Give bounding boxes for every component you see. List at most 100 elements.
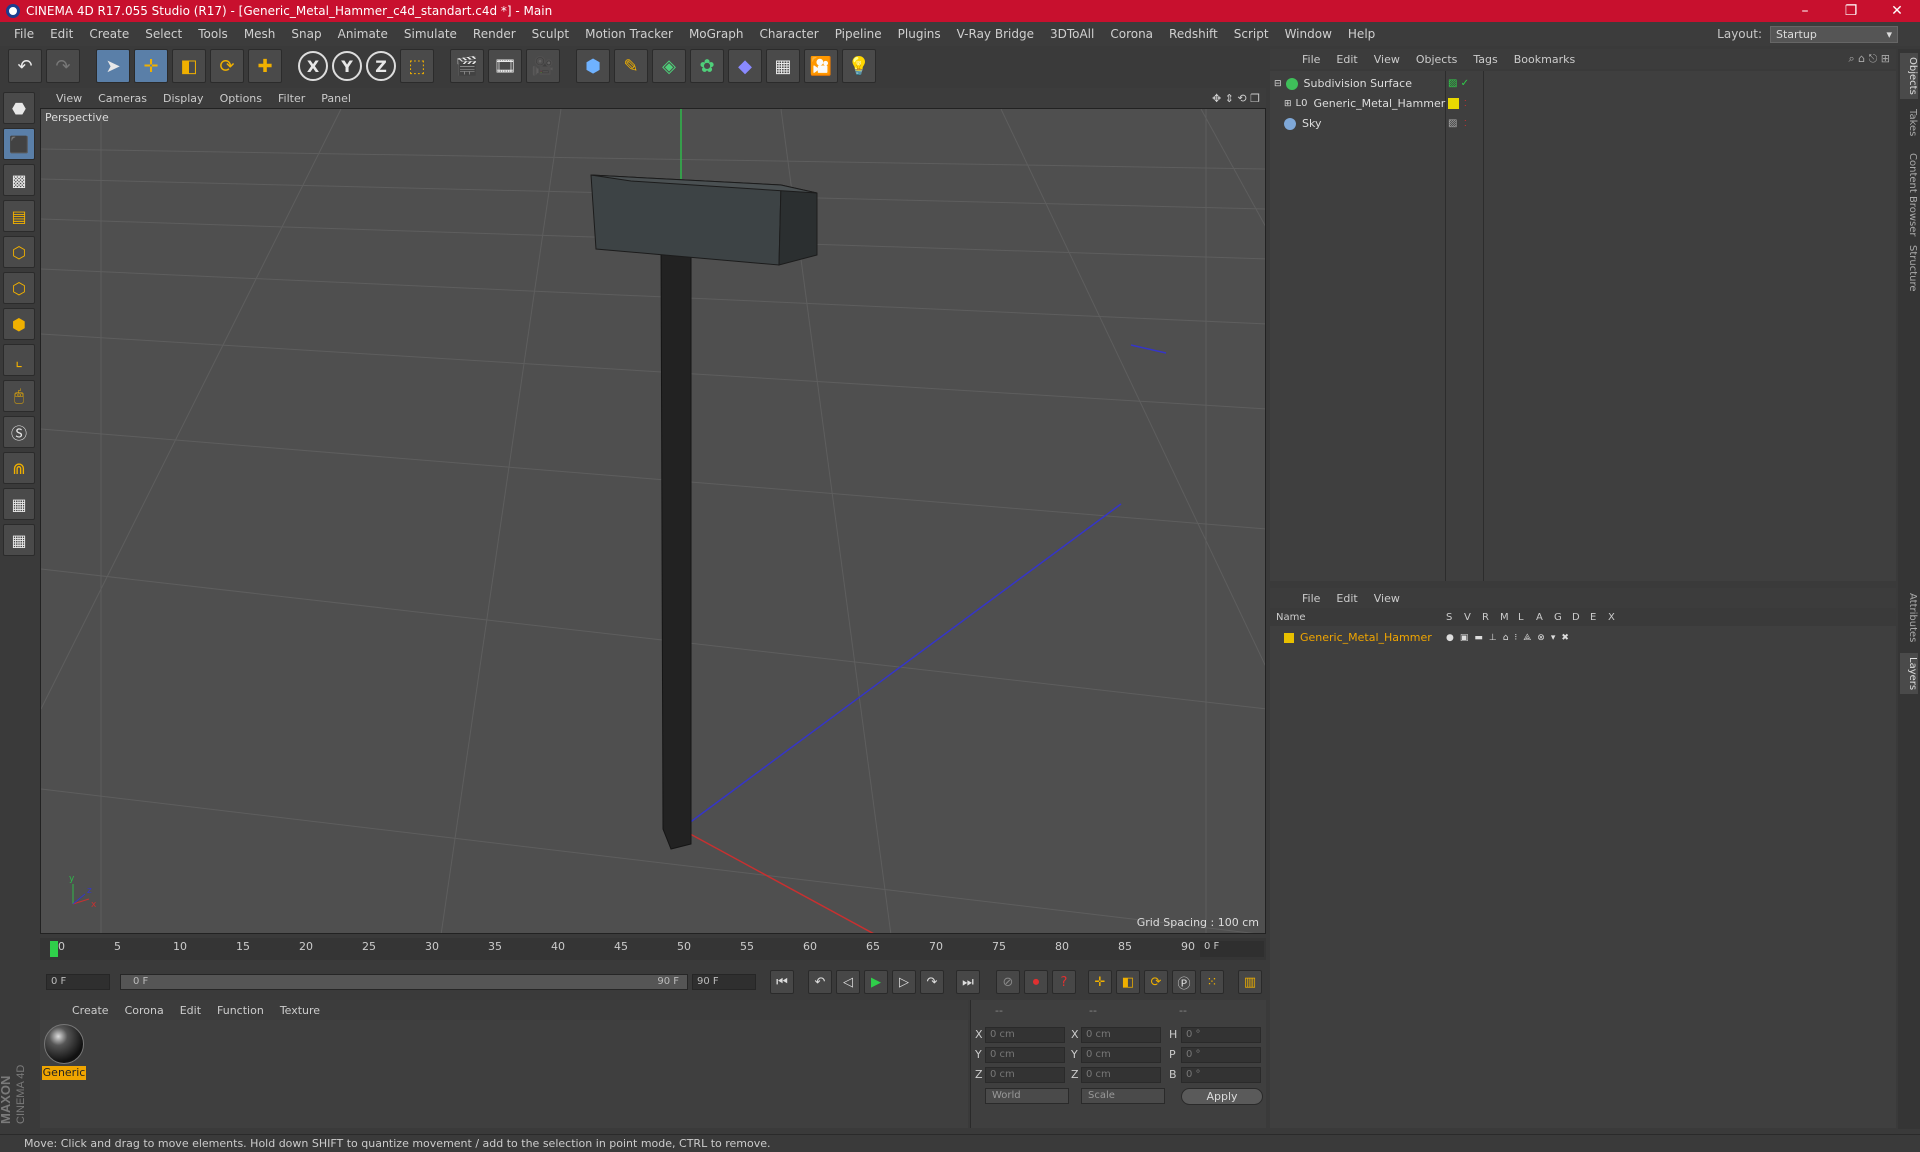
maximize-icon[interactable]: ❐	[1828, 3, 1874, 19]
menu-snap[interactable]: Snap	[283, 27, 329, 41]
om-menu-view[interactable]: View	[1366, 53, 1408, 66]
minimize-icon[interactable]: –	[1782, 3, 1828, 19]
tab-takes[interactable]: Takes	[1900, 105, 1918, 140]
menu-select[interactable]: Select	[137, 27, 190, 41]
camera-button[interactable]: 🎦	[804, 49, 838, 83]
scale-tool-button[interactable]: ◧	[172, 49, 206, 83]
viewport-nav-icons[interactable]: ✥ ⇕ ⟲ ❐	[1212, 92, 1260, 105]
solo-button[interactable]: Ⓢ	[3, 416, 35, 448]
om-menu-edit[interactable]: Edit	[1328, 53, 1365, 66]
record-button[interactable]: ⏺	[1024, 970, 1048, 994]
texture-mode-button[interactable]: ▩	[3, 164, 35, 196]
menu-edit[interactable]: Edit	[42, 27, 81, 41]
playhead-marker[interactable]	[50, 941, 58, 957]
tab-structure[interactable]: Structure	[1900, 241, 1918, 296]
menu-plugins[interactable]: Plugins	[890, 27, 949, 41]
om-menu-bookmarks[interactable]: Bookmarks	[1506, 53, 1583, 66]
points-mode-button[interactable]: ⬡	[3, 236, 35, 268]
viewport-menu-view[interactable]: View	[48, 92, 90, 105]
subdivision-button[interactable]: ◈	[652, 49, 686, 83]
expand-icon[interactable]: ⊟	[1274, 79, 1282, 89]
tab-objects[interactable]: Objects	[1900, 53, 1918, 99]
coordinate-space-dropdown[interactable]: World	[985, 1088, 1069, 1104]
close-icon[interactable]: ✕	[1874, 3, 1920, 19]
pen-button[interactable]: ✎	[614, 49, 648, 83]
material-menu-texture[interactable]: Texture	[272, 1004, 328, 1017]
tab-content-browser[interactable]: Content Browser	[1900, 149, 1918, 240]
coordinate-system-button[interactable]: ⬚	[400, 49, 434, 83]
redo-button[interactable]: ↷	[46, 49, 80, 83]
next-key-button[interactable]: ↷	[920, 970, 944, 994]
viewport-menu-options[interactable]: Options	[212, 92, 270, 105]
lock-workplane-button[interactable]: ▦	[3, 488, 35, 520]
menu-file[interactable]: File	[6, 27, 42, 41]
object-row[interactable]: ⊟ Subdivision Surface ▨ ✓	[1270, 74, 1896, 93]
menu-redshift[interactable]: Redshift	[1161, 27, 1226, 41]
prev-frame-button[interactable]: ◁	[836, 970, 860, 994]
menu-script[interactable]: Script	[1226, 27, 1277, 41]
tab-attributes[interactable]: Attributes	[1900, 589, 1918, 646]
planar-workplane-button[interactable]: ▦	[3, 524, 35, 556]
menu-simulate[interactable]: Simulate	[396, 27, 465, 41]
viewport-perspective[interactable]: y x z Perspective Grid Spacing : 100 cm	[40, 108, 1266, 934]
goto-end-button[interactable]: ⏭	[956, 970, 980, 994]
transform-tool-button[interactable]: ✚	[248, 49, 282, 83]
coordinate-mode-dropdown[interactable]: Scale	[1081, 1088, 1165, 1104]
end-frame-field[interactable]: 90 F	[692, 974, 756, 990]
light-button[interactable]: 💡	[842, 49, 876, 83]
position-x-field[interactable]: 0 cm	[985, 1027, 1065, 1043]
rotation-b-field[interactable]: 0 °	[1181, 1067, 1261, 1083]
key-scale-button[interactable]: ◧	[1116, 970, 1140, 994]
edges-mode-button[interactable]: ⬡	[3, 272, 35, 304]
timeline-ruler[interactable]: 0 5 10 15 20 25 30 35 40 45 50 55 60 65 …	[40, 938, 1266, 960]
menu-motion-tracker[interactable]: Motion Tracker	[577, 27, 681, 41]
menu-render[interactable]: Render	[465, 27, 524, 41]
model-mode-button[interactable]: ⬛	[3, 128, 35, 160]
undo-button[interactable]: ↶	[8, 49, 42, 83]
material-preview-sphere[interactable]	[44, 1024, 84, 1064]
move-tool-button[interactable]: ✛	[134, 49, 168, 83]
material-menu-edit[interactable]: Edit	[172, 1004, 209, 1017]
start-frame-field[interactable]: 0 F	[46, 974, 110, 990]
size-z-field[interactable]: 0 cm	[1081, 1067, 1161, 1083]
next-frame-button[interactable]: ▷	[892, 970, 916, 994]
expand-icon[interactable]: ⊞	[1284, 99, 1292, 109]
autokey-button[interactable]: ?	[1052, 970, 1076, 994]
key-param-button[interactable]: Ⓟ	[1172, 970, 1196, 994]
viewport-menu-filter[interactable]: Filter	[270, 92, 313, 105]
om-menu-file[interactable]: File	[1294, 53, 1328, 66]
timeline-window-button[interactable]: ▥	[1238, 970, 1262, 994]
om-menu-objects[interactable]: Objects	[1408, 53, 1466, 66]
material-menu-function[interactable]: Function	[209, 1004, 272, 1017]
menu-help[interactable]: Help	[1340, 27, 1383, 41]
floor-button[interactable]: ▦	[766, 49, 800, 83]
lm-menu-file[interactable]: File	[1294, 592, 1328, 605]
menu-mesh[interactable]: Mesh	[236, 27, 284, 41]
size-x-field[interactable]: 0 cm	[1081, 1027, 1161, 1043]
material-menu-corona[interactable]: Corona	[117, 1004, 172, 1017]
polygons-mode-button[interactable]: ⬢	[3, 308, 35, 340]
om-toolbar-icons[interactable]: ⌕ ⌂ ⎋ ⊞	[1848, 52, 1890, 66]
cloner-button[interactable]: ✿	[690, 49, 724, 83]
key-position-button[interactable]: ✛	[1088, 970, 1112, 994]
position-z-field[interactable]: 0 cm	[985, 1067, 1065, 1083]
menu-character[interactable]: Character	[751, 27, 826, 41]
select-tool-button[interactable]: ➤	[96, 49, 130, 83]
axis-y-button[interactable]: Y	[332, 51, 362, 81]
prev-key-button[interactable]: ↶	[808, 970, 832, 994]
material-name-label[interactable]: Generic	[42, 1066, 86, 1080]
play-button[interactable]: ▶	[864, 970, 888, 994]
menu-tools[interactable]: Tools	[190, 27, 236, 41]
axis-mode-button[interactable]: ⌞	[3, 344, 35, 376]
menu-window[interactable]: Window	[1277, 27, 1340, 41]
object-flags[interactable]: ▨	[1448, 118, 1457, 129]
workplane-mode-button[interactable]: ▤	[3, 200, 35, 232]
object-visibility-dots[interactable]: ⁚	[1464, 119, 1467, 128]
render-settings-button[interactable]: 🎥	[526, 49, 560, 83]
menu-vray-bridge[interactable]: V-Ray Bridge	[949, 27, 1042, 41]
current-frame-field[interactable]: 0 F	[1200, 941, 1264, 957]
key-rotation-button[interactable]: ⟳	[1144, 970, 1168, 994]
snap-button[interactable]: ⋒	[3, 452, 35, 484]
menu-create[interactable]: Create	[81, 27, 137, 41]
rotate-tool-button[interactable]: ⟳	[210, 49, 244, 83]
